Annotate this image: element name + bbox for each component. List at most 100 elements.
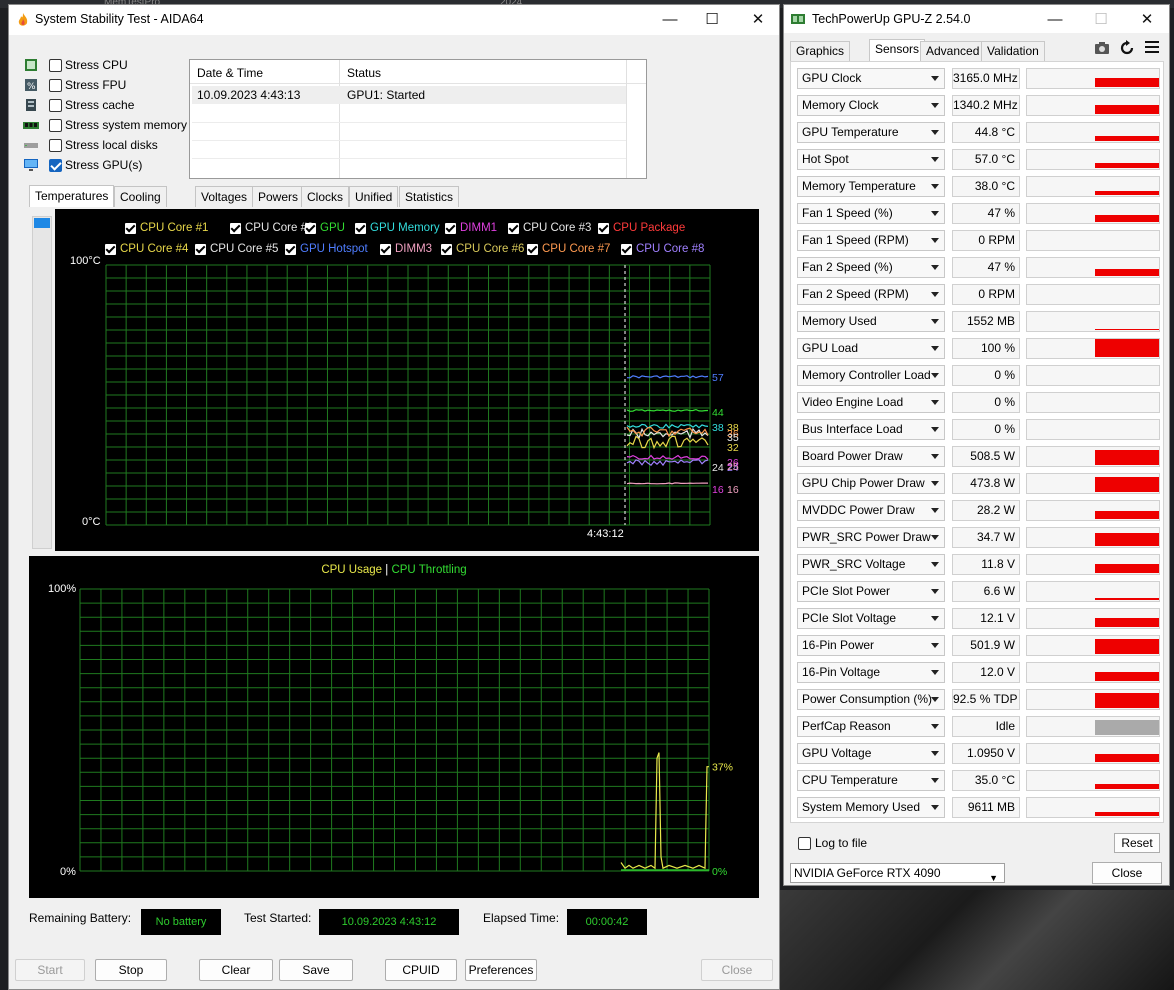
chevron-down-icon xyxy=(931,616,939,621)
sensor-name-dropdown[interactable]: Hot Spot xyxy=(797,149,945,170)
sensor-name: Video Engine Load xyxy=(802,395,904,409)
sensor-name: Fan 1 Speed (RPM) xyxy=(802,233,909,247)
tab-unified[interactable]: Unified xyxy=(349,186,399,207)
sensor-name-dropdown[interactable]: Fan 1 Speed (RPM) xyxy=(797,230,945,251)
sensor-name: GPU Voltage xyxy=(802,746,872,760)
stress-cache-checkbox[interactable] xyxy=(49,99,62,112)
camera-icon[interactable] xyxy=(1094,41,1110,55)
elapsed-time-label: Elapsed Time: xyxy=(483,911,560,925)
save-button[interactable]: Save xyxy=(279,959,353,981)
stress-disks-checkbox[interactable] xyxy=(49,139,62,152)
status-log-table[interactable]: Date & Time Status 10.09.2023 4:43:13 GP… xyxy=(189,59,647,179)
tab-clocks[interactable]: Clocks xyxy=(301,186,350,207)
gpuz-minimize-button[interactable]: — xyxy=(1040,9,1070,31)
temperature-end-label: 24 xyxy=(712,462,724,474)
sensor-value: 0 % xyxy=(952,392,1020,413)
sensor-value: Idle xyxy=(952,716,1020,737)
gpuz-maximize-button[interactable]: ☐ xyxy=(1086,9,1116,31)
sensor-name-dropdown[interactable]: Bus Interface Load xyxy=(797,419,945,440)
minimize-button[interactable]: — xyxy=(655,9,685,31)
log-to-file-checkbox[interactable] xyxy=(798,837,811,850)
gpuz-close-window-button[interactable]: ✕ xyxy=(1132,9,1162,31)
row-datetime: 10.09.2023 4:43:13 xyxy=(197,88,301,102)
sensor-name-dropdown[interactable]: 16-Pin Power xyxy=(797,635,945,656)
sensor-name-dropdown[interactable]: PCIe Slot Power xyxy=(797,581,945,602)
stress-cpu-checkbox[interactable] xyxy=(49,59,62,72)
stress-gpu-checkbox[interactable] xyxy=(49,159,62,172)
tab-sensors[interactable]: Sensors xyxy=(869,39,926,61)
sensor-name-dropdown[interactable]: PCIe Slot Voltage xyxy=(797,608,945,629)
stress-disks-label: Stress local disks xyxy=(65,138,158,152)
chevron-down-icon xyxy=(931,400,939,405)
cpuid-button[interactable]: CPUID xyxy=(385,959,457,981)
sensor-name-dropdown[interactable]: GPU Voltage xyxy=(797,743,945,764)
stress-gpu-option[interactable]: Stress GPU(s) xyxy=(23,157,203,175)
sensor-name-dropdown[interactable]: 16-Pin Voltage xyxy=(797,662,945,683)
sensor-value: 44.8 °C xyxy=(952,122,1020,143)
reset-button[interactable]: Reset xyxy=(1114,833,1160,853)
sensor-name-dropdown[interactable]: GPU Chip Power Draw xyxy=(797,473,945,494)
clear-button[interactable]: Clear xyxy=(199,959,273,981)
sensor-name-dropdown[interactable]: GPU Clock xyxy=(797,68,945,89)
sensor-name-dropdown[interactable]: Fan 1 Speed (%) xyxy=(797,203,945,224)
sensor-name-dropdown[interactable]: Board Power Draw xyxy=(797,446,945,467)
close-button[interactable]: Close xyxy=(701,959,773,981)
chevron-down-icon xyxy=(931,535,939,540)
stop-button[interactable]: Stop xyxy=(95,959,167,981)
stress-memory-option[interactable]: Stress system memory xyxy=(23,117,203,135)
stress-fpu-checkbox[interactable] xyxy=(49,79,62,92)
stress-cpu-option[interactable]: Stress CPU xyxy=(23,57,203,75)
sensor-name-dropdown[interactable]: Memory Clock xyxy=(797,95,945,116)
gpuz-close-button[interactable]: Close xyxy=(1092,862,1162,884)
sensor-scroll-strip[interactable] xyxy=(32,216,52,549)
stress-cache-option[interactable]: Stress cache xyxy=(23,97,203,115)
stress-fpu-option[interactable]: % Stress FPU xyxy=(23,77,203,95)
sensor-name-dropdown[interactable]: Fan 2 Speed (%) xyxy=(797,257,945,278)
preferences-button[interactable]: Preferences xyxy=(465,959,537,981)
tab-powers[interactable]: Powers xyxy=(252,186,305,207)
sensor-name-dropdown[interactable]: GPU Load xyxy=(797,338,945,359)
tab-advanced[interactable]: Advanced xyxy=(920,41,986,61)
tab-validation[interactable]: Validation xyxy=(981,41,1045,61)
sensor-name-dropdown[interactable]: Power Consumption (%) xyxy=(797,689,945,710)
sensor-name-dropdown[interactable]: Fan 2 Speed (RPM) xyxy=(797,284,945,305)
table-row[interactable]: 10.09.2023 4:43:13 GPU1: Started xyxy=(192,86,626,104)
sensor-name-dropdown[interactable]: MVDDC Power Draw xyxy=(797,500,945,521)
sensor-name-dropdown[interactable]: Memory Controller Load xyxy=(797,365,945,386)
tab-temperatures[interactable]: Temperatures xyxy=(29,185,115,207)
sensor-graph xyxy=(1026,635,1160,656)
sensor-name-dropdown[interactable]: PWR_SRC Power Draw xyxy=(797,527,945,548)
sensor-name-dropdown[interactable]: Memory Temperature xyxy=(797,176,945,197)
remaining-battery-value: No battery xyxy=(141,909,221,935)
menu-icon[interactable] xyxy=(1145,41,1159,53)
start-button[interactable]: Start xyxy=(15,959,85,981)
stress-memory-checkbox[interactable] xyxy=(49,119,62,132)
chevron-down-icon xyxy=(931,670,939,675)
sensor-name-dropdown[interactable]: PerfCap Reason xyxy=(797,716,945,737)
sensor-name-dropdown[interactable]: Video Engine Load xyxy=(797,392,945,413)
sensor-row-pcie-slot-power: PCIe Slot Power 6.6 W xyxy=(797,581,1161,603)
sensor-graph-bar xyxy=(1095,136,1159,141)
maximize-button[interactable]: ☐ xyxy=(697,9,727,31)
close-window-button[interactable]: ✕ xyxy=(743,9,773,31)
chevron-down-icon xyxy=(931,184,939,189)
sensor-name-dropdown[interactable]: Memory Used xyxy=(797,311,945,332)
tab-graphics-card[interactable]: Graphics Card xyxy=(790,41,851,76)
gpu-select-dropdown[interactable]: NVIDIA GeForce RTX 4090 ▼ xyxy=(790,863,1005,883)
sensor-name-dropdown[interactable]: System Memory Used xyxy=(797,797,945,818)
stress-disks-option[interactable]: Stress local disks xyxy=(23,137,203,155)
temperature-end-label: 32 xyxy=(727,442,739,454)
sensor-name-dropdown[interactable]: PWR_SRC Voltage xyxy=(797,554,945,575)
sensor-row-system-memory-used: System Memory Used 9611 MB xyxy=(797,797,1161,819)
tab-statistics[interactable]: Statistics xyxy=(399,186,460,207)
refresh-icon[interactable] xyxy=(1119,40,1135,56)
gpuz-titlebar[interactable]: TechPowerUp GPU-Z 2.54.0 — ☐ ✕ xyxy=(784,5,1169,33)
sensor-value: 6.6 W xyxy=(952,581,1020,602)
sensor-name-dropdown[interactable]: CPU Temperature xyxy=(797,770,945,791)
sensor-name: Memory Used xyxy=(802,314,877,328)
sensor-name-dropdown[interactable]: GPU Temperature xyxy=(797,122,945,143)
stress-memory-label: Stress system memory xyxy=(65,118,188,132)
tab-voltages[interactable]: Voltages xyxy=(195,186,254,207)
tab-cooling-fans[interactable]: Cooling Fans xyxy=(114,186,167,224)
aida64-titlebar[interactable]: System Stability Test - AIDA64 — ☐ ✕ xyxy=(9,5,779,35)
